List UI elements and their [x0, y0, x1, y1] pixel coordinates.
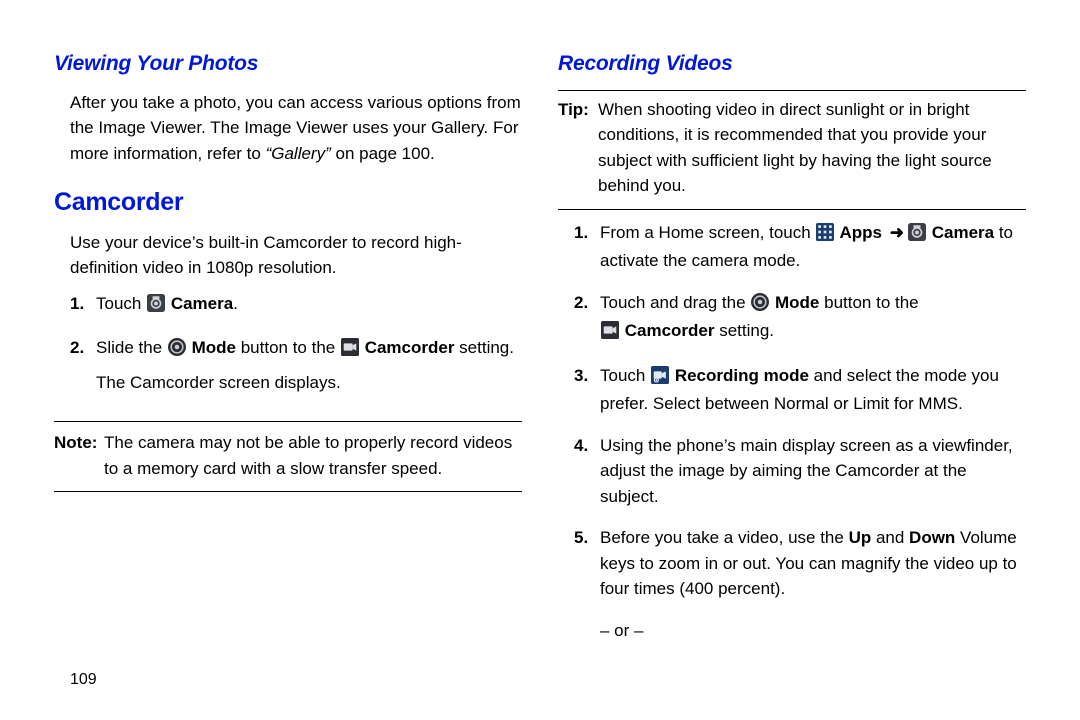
- tip-text: When shooting video in direct sunlight o…: [598, 97, 1026, 199]
- text: Touch and drag the: [600, 293, 750, 312]
- text: Using the phone’s main display screen as…: [600, 433, 1026, 510]
- camcorder-icon: [601, 321, 619, 347]
- recording-mode-label: Recording mode: [670, 366, 809, 385]
- step-number: 2.: [574, 290, 600, 353]
- step-number: 3.: [574, 363, 600, 423]
- step-2: 2. Touch and drag the Mode button to the…: [574, 290, 1026, 353]
- text: setting.: [454, 338, 514, 357]
- step-number: 1.: [574, 220, 600, 280]
- apps-icon: [816, 223, 834, 249]
- note-label: Note:: [54, 430, 104, 481]
- mode-label: Mode: [187, 338, 236, 357]
- text: button to the: [236, 338, 340, 357]
- step-5: 5. Before you take a video, use the Up a…: [574, 525, 1026, 608]
- camera-label: Camera: [166, 294, 233, 313]
- two-column-layout: Viewing Your Photos After you take a pho…: [54, 48, 1026, 643]
- camcorder-label: Camcorder: [360, 338, 454, 357]
- step-body: Slide the Mode button to the Camcorder s…: [96, 335, 522, 401]
- camcorder-intro: Use your device’s built-in Camcorder to …: [54, 230, 522, 281]
- mode-icon: [168, 338, 186, 364]
- camcorder-label: Camcorder: [620, 321, 714, 340]
- right-column: Recording Videos Tip: When shooting vide…: [558, 48, 1026, 643]
- tip-block: Tip: When shooting video in direct sunli…: [558, 90, 1026, 210]
- recording-steps: 1. From a Home screen, touch Apps ➜ Came…: [558, 220, 1026, 608]
- text: Before you take a video, use the: [600, 528, 849, 547]
- step-number: 5.: [574, 525, 600, 608]
- step-number: 4.: [574, 433, 600, 516]
- or-separator: – or –: [558, 618, 1026, 644]
- step-body: Touch and drag the Mode button to the Ca…: [600, 290, 1026, 353]
- camera-icon: [147, 294, 165, 320]
- text: Slide the: [96, 338, 167, 357]
- down-label: Down: [909, 528, 955, 547]
- text: From a Home screen, touch: [600, 223, 815, 242]
- mode-label: Mode: [770, 293, 819, 312]
- step-body: From a Home screen, touch Apps ➜ Camera …: [600, 220, 1026, 280]
- gallery-link[interactable]: “Gallery”: [266, 144, 336, 163]
- text: and: [871, 528, 909, 547]
- note-block: Note: The camera may not be able to prop…: [54, 421, 522, 492]
- step-3: 3. Touch Recording mode and select the m…: [574, 363, 1026, 423]
- left-column: Viewing Your Photos After you take a pho…: [54, 48, 522, 643]
- step-1: 1. Touch Camera.: [70, 291, 522, 326]
- step-4: 4. Using the phone’s main display screen…: [574, 433, 1026, 516]
- recording-mode-icon: [651, 366, 669, 392]
- up-label: Up: [849, 528, 872, 547]
- step-body: Touch Camera.: [96, 291, 522, 326]
- mode-icon: [751, 293, 769, 319]
- step-body: Touch Recording mode and select the mode…: [600, 363, 1026, 423]
- text: Touch: [600, 366, 650, 385]
- heading-viewing-photos: Viewing Your Photos: [54, 48, 522, 80]
- arrow-icon: ➜: [890, 223, 904, 242]
- text: button to the: [819, 293, 918, 312]
- text: Touch: [96, 294, 146, 313]
- step-body: Before you take a video, use the Up and …: [600, 525, 1026, 608]
- camcorder-icon: [341, 338, 359, 364]
- camcorder-steps: 1. Touch Camera. 2. Slide the Mode butto…: [54, 291, 522, 402]
- heading-camcorder: Camcorder: [54, 184, 522, 222]
- camera-label: Camera: [927, 223, 994, 242]
- note-text: The camera may not be able to properly r…: [104, 430, 522, 481]
- view-body-b: on page 100.: [335, 144, 434, 163]
- tip-label: Tip:: [558, 97, 598, 199]
- text: setting.: [714, 321, 774, 340]
- step-1: 1. From a Home screen, touch Apps ➜ Came…: [574, 220, 1026, 280]
- text: .: [233, 294, 238, 313]
- step-number: 2.: [70, 335, 96, 401]
- step-2: 2. Slide the Mode button to the Camcorde…: [70, 335, 522, 401]
- page-number: 109: [70, 668, 97, 692]
- step-number: 1.: [70, 291, 96, 326]
- step-2-result: The Camcorder screen displays.: [96, 370, 522, 396]
- apps-label: Apps: [835, 223, 886, 242]
- viewing-photos-body: After you take a photo, you can access v…: [54, 90, 522, 167]
- heading-recording-videos: Recording Videos: [558, 48, 1026, 80]
- camera-icon: [908, 223, 926, 249]
- step-body: Using the phone’s main display screen as…: [600, 433, 1026, 516]
